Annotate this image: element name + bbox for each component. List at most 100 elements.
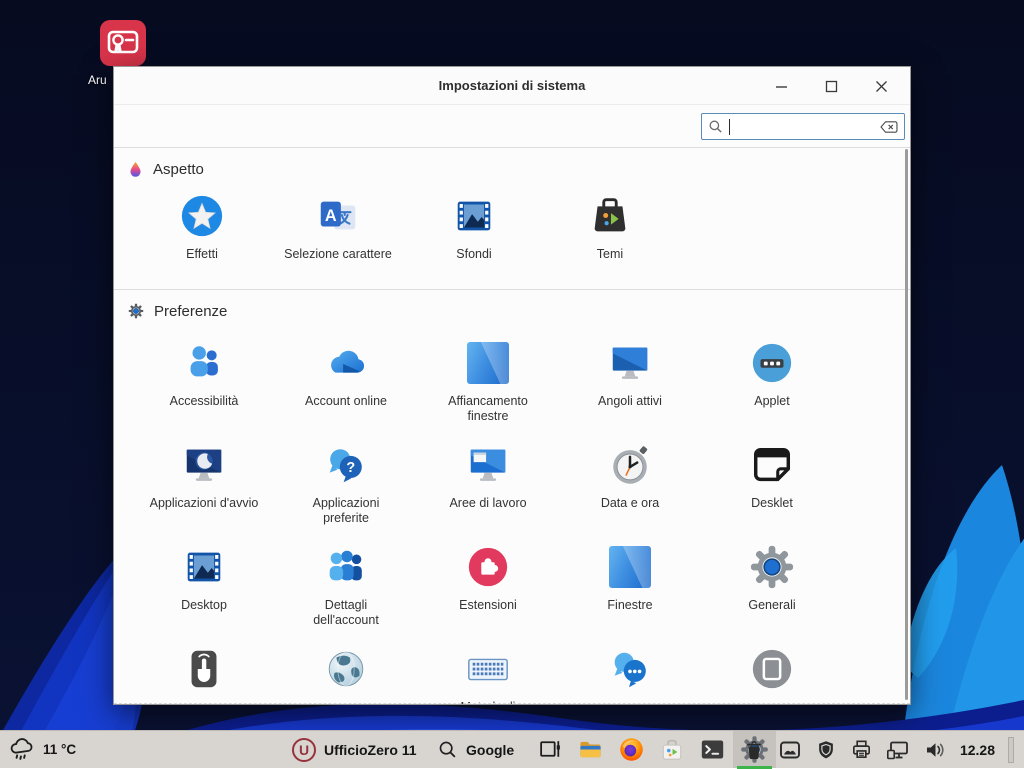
settings-item-applicazioni-preferite[interactable]: ? Applicazioni preferite [275,441,417,527]
gear-icon [128,303,144,319]
puzzle-circle-icon [464,543,512,591]
settings-window: Impostazioni di sistema [113,66,911,705]
section-header-preferenze: Preferenze [114,300,910,322]
settings-item-temi[interactable]: Temi [542,192,678,278]
theme-bag-icon [586,192,634,240]
taskbar: 11 °C U UfficioZero 11 Google [0,730,1024,768]
window-scrollbar[interactable] [905,149,908,700]
star-circle-icon [178,192,226,240]
settings-item-lingue[interactable] [275,645,417,705]
cloud-icon [322,339,370,387]
terminal-button[interactable] [692,731,733,768]
blue-tile-icon [464,339,512,387]
shield-icon[interactable] [815,739,837,761]
chat-dots-icon [606,645,654,693]
clear-search-icon[interactable] [880,120,898,134]
settings-item-affiancamento-finestre[interactable]: Affiancamento finestre [417,339,559,425]
settings-item-angoli-attivi[interactable]: Angoli attivi [559,339,701,425]
settings-item-schermo[interactable] [701,645,843,705]
settings-item-generali[interactable]: Generali [701,543,843,629]
taskbar-apps [531,731,776,768]
paint-drop-icon [128,161,143,178]
show-desktop-button[interactable] [1008,737,1014,763]
certificate-icon [100,20,146,66]
svg-text:A: A [325,207,337,225]
touch-gesture-icon [180,645,228,693]
section-label: Aspetto [153,161,204,178]
settings-item-notifiche[interactable] [559,645,701,705]
settings-item-applicazioni-avvio[interactable]: Applicazioni d'avvio [133,441,275,527]
search-box[interactable] [701,113,905,140]
panel-dots-circle-icon [748,339,796,387]
volume-icon[interactable] [923,738,947,762]
monitor-icon [606,339,654,387]
settings-item-applet[interactable]: Applet [701,339,843,425]
settings-item-selezione-carattere[interactable]: A Selezione carattere [270,192,406,278]
search-icon [708,119,723,134]
section-divider [114,289,910,290]
monitor-window-icon [464,441,512,489]
settings-item-desklet[interactable]: Desklet [701,441,843,527]
software-manager-button[interactable] [652,731,692,768]
software-bag-icon [659,737,685,763]
globe-icon [322,645,370,693]
image-viewer-icon[interactable] [778,738,802,762]
filmstrip-picture-icon [180,543,228,591]
web-search-launcher[interactable]: Google [437,731,514,768]
monitor-moon-icon [180,441,228,489]
settings-item-data-e-ora[interactable]: Data e ora [559,441,701,527]
window-list-button[interactable] [531,731,570,768]
weather-applet[interactable]: 11 °C [9,731,76,768]
close-button[interactable] [868,73,894,99]
weather-temp: 11 °C [43,742,76,757]
firefox-icon [618,736,645,763]
clock-icon [606,441,654,489]
window-list-icon [538,737,563,762]
preferenze-grid: Accessibilità Account online Affiancam [114,339,910,705]
settings-item-desktop[interactable]: Desktop [133,543,275,629]
settings-item-accessibilita[interactable]: Accessibilità [133,339,275,425]
search-icon [437,739,459,761]
people-three-icon [322,543,370,591]
distro-menu[interactable]: U UfficioZero 11 [292,731,417,768]
settings-item-effetti[interactable]: Effetti [134,192,270,278]
web-search-label: Google [466,742,514,758]
firefox-button[interactable] [611,731,652,768]
section-label: Preferenze [154,303,227,320]
people-pair-icon [180,339,228,387]
printer-icon[interactable] [850,738,873,761]
window-resize-edge[interactable] [114,703,910,704]
window-titlebar[interactable]: Impostazioni di sistema [114,67,910,105]
maximize-button[interactable] [818,73,844,99]
section-header-aspetto: Aspetto [114,158,910,180]
terminal-icon [699,736,726,763]
minimize-button[interactable] [768,73,794,99]
keyboard-icon [464,645,512,693]
gear-icon [748,543,796,591]
file-manager-button[interactable] [570,731,611,768]
settings-item-metodo-di-input[interactable]: Metodo di [417,645,559,705]
text-caret [729,119,730,135]
rain-cloud-icon [9,737,35,763]
settings-item-gesti[interactable] [133,645,275,705]
search-row [114,105,910,148]
tablet-gray-circle-icon [748,645,796,693]
settings-item-estensioni[interactable]: Estensioni [417,543,559,629]
aspetto-grid: Effetti A Selezione carattere [114,192,910,278]
folder-icon [577,736,604,763]
settings-item-aree-di-lavoro[interactable]: Aree di lavoro [417,441,559,527]
blue-tile-icon [606,543,654,591]
trash-icon[interactable] [743,739,765,761]
svg-text:?: ? [346,460,355,476]
settings-item-finestre[interactable]: Finestre [559,543,701,629]
distro-label: UfficioZero 11 [324,742,417,758]
search-input[interactable] [736,119,874,134]
display-devices-icon[interactable] [886,738,910,762]
font-translate-icon: A [314,192,362,240]
ufficiozero-logo-icon: U [292,738,316,762]
settings-item-account-online[interactable]: Account online [275,339,417,425]
chat-question-icon: ? [322,441,370,489]
taskbar-clock[interactable]: 12.28 [960,742,995,758]
settings-item-dettagli-account[interactable]: Dettagli dell'account [275,543,417,629]
settings-item-sfondi[interactable]: Sfondi [406,192,542,278]
